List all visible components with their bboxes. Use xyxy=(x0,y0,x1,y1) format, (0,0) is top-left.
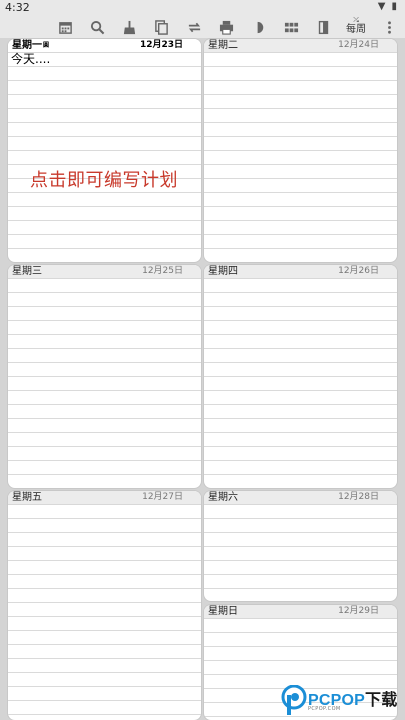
day-date: 12月29日 xyxy=(338,606,379,616)
ruled-lines xyxy=(8,53,201,262)
weekly-label: 每周 xyxy=(346,24,366,35)
day-card-friday[interactable]: 星期五 12月27日 xyxy=(8,491,201,720)
status-bar: 4:32 ▼ ▮ xyxy=(0,0,405,16)
status-time: 4:32 xyxy=(5,1,30,14)
more-vertical-icon[interactable] xyxy=(378,17,400,37)
day-name: 星期一圓 xyxy=(12,40,50,51)
broom-icon[interactable] xyxy=(118,17,140,37)
pcpop-logo-icon xyxy=(281,685,307,715)
wifi-icon: ▼ xyxy=(377,1,386,12)
weekly-sub-icon: ⤯ xyxy=(353,16,359,24)
day-header: 星期五 12月27日 xyxy=(8,491,201,505)
day-date: 12月28日 xyxy=(338,492,379,502)
battery-icon: ▮ xyxy=(391,1,397,12)
day-card-tuesday[interactable]: 星期二 12月24日 xyxy=(204,39,397,262)
ruled-lines xyxy=(8,505,201,720)
day-header: 星期三 12月25日 xyxy=(8,265,201,279)
today-marker: 圓 xyxy=(43,42,50,49)
print-icon[interactable] xyxy=(215,17,237,37)
day-name: 星期六 xyxy=(208,492,238,503)
day-header: 星期四 12月26日 xyxy=(204,265,397,279)
day-card-monday[interactable]: 星期一圓 12月23日 今天.... 点击即可编写计划 xyxy=(8,39,201,262)
day-card-thursday[interactable]: 星期四 12月26日 xyxy=(204,265,397,488)
ruled-lines xyxy=(204,53,397,262)
ruled-lines xyxy=(204,279,397,488)
hint-text: 点击即可编写计划 xyxy=(30,170,178,191)
half-moon-icon[interactable] xyxy=(248,17,270,37)
copy-icon[interactable] xyxy=(150,17,172,37)
watermark-sub: PCPOP.COM xyxy=(308,706,341,712)
day-date: 12月24日 xyxy=(338,40,379,50)
weekly-view-button[interactable]: ⤯ 每周 xyxy=(343,16,369,38)
grid-icon[interactable] xyxy=(280,17,302,37)
day-header: 星期六 12月28日 xyxy=(204,491,397,505)
day-card-saturday[interactable]: 星期六 12月28日 xyxy=(204,491,397,601)
day-name: 星期五 xyxy=(12,492,42,503)
day-date: 12月27日 xyxy=(142,492,183,502)
pcpop-watermark: PCPOP下载 PCPOP.COM xyxy=(278,682,405,720)
day-card-wednesday[interactable]: 星期三 12月25日 xyxy=(8,265,201,488)
day-date: 12月26日 xyxy=(338,266,379,276)
day-header: 星期二 12月24日 xyxy=(204,39,397,53)
swap-icon[interactable] xyxy=(183,17,205,37)
ruled-lines xyxy=(204,505,397,601)
day-header: 星期一圓 12月23日 xyxy=(8,39,201,53)
status-icons: ▼ ▮ xyxy=(378,1,397,12)
book-icon[interactable] xyxy=(312,17,334,37)
day-name: 星期四 xyxy=(208,266,238,277)
day-name: 星期二 xyxy=(208,40,238,51)
ruled-lines xyxy=(8,279,201,488)
day-name: 星期三 xyxy=(12,266,42,277)
day-date: 12月25日 xyxy=(142,266,183,276)
day-date: 12月23日 xyxy=(139,40,183,50)
toolbar: ⤯ 每周 xyxy=(0,16,405,38)
note-text: 今天.... xyxy=(11,52,51,66)
day-header: 星期日 12月29日 xyxy=(204,605,397,619)
search-icon[interactable] xyxy=(86,17,108,37)
calendar-icon[interactable] xyxy=(54,17,76,37)
day-name: 星期日 xyxy=(208,606,238,617)
